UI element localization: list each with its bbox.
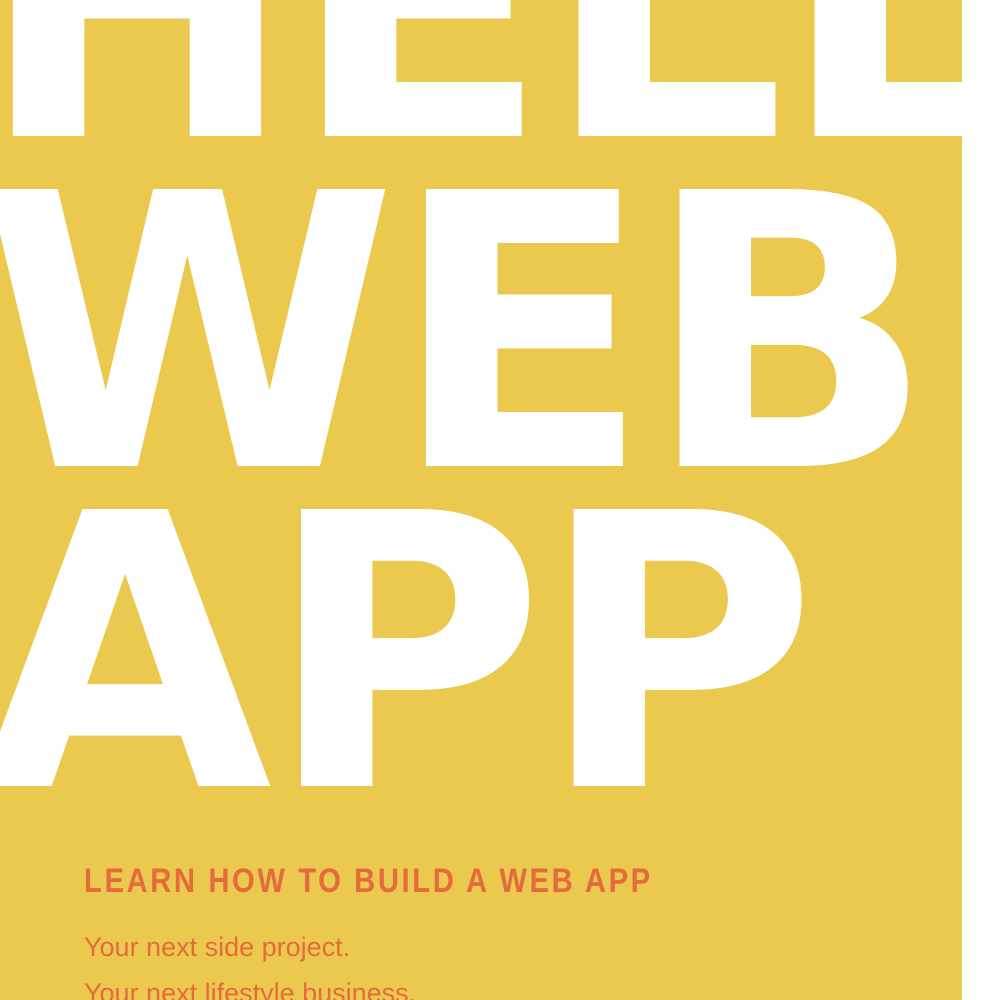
headline-line-app: APP bbox=[0, 433, 817, 876]
cover-tagline: Your next side project. bbox=[84, 932, 351, 962]
cover-tagline: Your next lifestyle business. bbox=[84, 978, 417, 1000]
cover-subtitle: LEARN HOW TO BUILD A WEB APP bbox=[84, 862, 653, 900]
book-cover: HELLO WEB APP LEARN HOW TO BUILD A WEB A… bbox=[0, 0, 1000, 1000]
